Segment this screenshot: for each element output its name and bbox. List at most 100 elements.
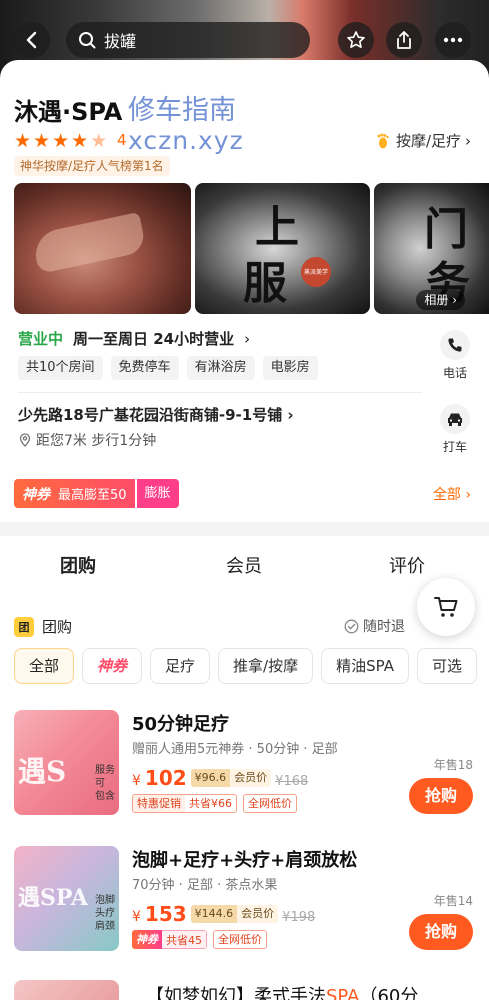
back-button[interactable] xyxy=(14,22,50,58)
filter-foot[interactable]: 足疗 xyxy=(150,648,211,684)
coupon-text: 最高膨至50 xyxy=(58,488,127,503)
promo-tag: 特惠促销 共省¥66 xyxy=(132,794,237,813)
cart-button[interactable] xyxy=(417,578,475,636)
chevron-right-icon: › xyxy=(465,131,471,150)
filter-oil-spa[interactable]: 精油SPA xyxy=(321,648,409,684)
album-button[interactable]: 相册 › xyxy=(416,290,465,310)
search-query: 拔罐 xyxy=(104,32,137,51)
facility-chip: 共10个房间 xyxy=(18,356,103,380)
filter-massage[interactable]: 推拿/按摩 xyxy=(218,648,314,684)
currency-symbol: ¥ xyxy=(132,909,141,925)
photo-char: 上 xyxy=(255,202,299,253)
coupon-expand-button[interactable]: 膨胀 xyxy=(136,479,179,508)
peek-title-suffix: （60分 xyxy=(359,986,419,1000)
original-price: ¥168 xyxy=(275,774,309,789)
lowest-price-tag: 全网低价 xyxy=(243,794,297,813)
shop-photo-2[interactable]: 上 服 蒸派美学 xyxy=(195,183,370,314)
coupon-brand: 神券 xyxy=(22,486,50,503)
open-status: 营业中 xyxy=(18,330,64,348)
watermark: 修车指南 xczn.xyz xyxy=(128,96,244,156)
rating-score: 4 xyxy=(117,131,127,149)
groupbuy-header: 团 团购 xyxy=(14,616,72,637)
buy-button[interactable]: 抢购 xyxy=(409,778,473,814)
deal-image-text: 遇S xyxy=(18,755,67,788)
share-button[interactable] xyxy=(386,22,422,58)
section-gap xyxy=(0,522,489,536)
member-price: ¥96.6 xyxy=(190,769,231,787)
member-price: ¥144.6 xyxy=(190,905,238,923)
buy-button[interactable]: 抢购 xyxy=(409,914,473,950)
tab-member[interactable]: 会员 xyxy=(226,552,262,578)
category-label: 按摩/足疗 xyxy=(395,132,461,150)
coupon-tag: 神券 共省45 xyxy=(132,930,207,949)
peek-title-highlight: SPA xyxy=(326,986,360,1000)
star-full-icon: ★ xyxy=(33,130,51,152)
deal-price-row: ¥ 153 ¥144.6 会员价 ¥198 xyxy=(132,902,315,926)
watermark-line1: 修车指南 xyxy=(128,95,236,126)
deal-image-list-item: 可 xyxy=(95,778,105,789)
deal-title: 50分钟足疗 xyxy=(132,714,230,735)
star-full-icon: ★ xyxy=(14,130,32,152)
deal-subtitle: 70分钟 · 足部 · 茶点水果 xyxy=(132,878,278,893)
star-icon xyxy=(347,31,365,48)
phone-label: 电话 xyxy=(442,366,467,380)
deal-title-peek[interactable]: 【如梦如幻】柔式手法SPA（60分 xyxy=(146,982,418,1000)
refund-info: 随时退 xyxy=(344,616,405,636)
coupon-tag-label: 神券 xyxy=(132,930,162,949)
filter-coupon[interactable]: 神券 xyxy=(82,648,143,684)
more-button[interactable] xyxy=(435,22,471,58)
tab-groupbuy[interactable]: 团购 xyxy=(60,552,96,578)
deal-item[interactable]: 遇SPA 泡脚 头疗 肩颈 泡脚+足疗+头疗+肩颈放松 70分钟 · 足部 · … xyxy=(14,846,489,956)
hours-row[interactable]: 营业中 周一至周日 24小时营业 › xyxy=(18,328,250,349)
category-link[interactable]: 按摩/足疗 › xyxy=(374,130,471,151)
search-icon xyxy=(79,32,96,49)
currency-symbol: ¥ xyxy=(132,773,141,789)
search-bar[interactable]: 拔罐 xyxy=(66,22,310,58)
deal-image-list-item: 泡脚 xyxy=(95,895,115,906)
taxi-button[interactable]: 打车 xyxy=(435,404,475,455)
watermark-line2: xczn.xyz xyxy=(128,126,244,155)
deal-image: 遇SPA 泡脚 头疗 肩颈 xyxy=(14,846,119,951)
rank-badge[interactable]: 神华按摩/足疗人气榜第1名 xyxy=(14,156,170,176)
chevron-right-icon: › xyxy=(244,329,251,348)
member-price-label: 会员价 xyxy=(230,769,272,787)
facility-chip: 有淋浴房 xyxy=(186,356,255,380)
filter-all[interactable]: 全部 xyxy=(14,648,75,684)
shop-name: 沐遇·SPA xyxy=(14,98,123,126)
distance-info: 距您7米 步行1分钟 xyxy=(18,430,156,450)
facility-chip: 免费停车 xyxy=(110,356,179,380)
distance-text: 距您7米 步行1分钟 xyxy=(36,433,157,449)
phone-button[interactable]: 电话 xyxy=(435,330,475,381)
member-price-label: 会员价 xyxy=(237,905,279,923)
promo-tag-label: 特惠促销 xyxy=(133,795,185,812)
photo-char: 服 xyxy=(243,258,287,309)
all-coupons-link[interactable]: 全部 › xyxy=(433,484,471,504)
groupbuy-title: 团购 xyxy=(42,618,73,636)
star-half-icon: ★ xyxy=(90,130,108,152)
favorite-button[interactable] xyxy=(338,22,374,58)
deal-image-text: 遇SPA xyxy=(18,885,88,911)
deal-image-list: 服务 可 包含 xyxy=(95,764,115,803)
deal-image: 遇S 服务 可 包含 xyxy=(14,710,119,815)
shop-photo-1[interactable] xyxy=(14,183,191,314)
peek-title-prefix: 【如梦如幻】柔式手法 xyxy=(146,986,326,1000)
star-full-icon: ★ xyxy=(52,130,70,152)
taxi-label: 打车 xyxy=(442,440,467,454)
sold-count: 年售14 xyxy=(433,894,473,908)
filter-row: 全部 神券 足疗 推拿/按摩 精油SPA 可选 xyxy=(14,648,477,684)
lowest-price-tag: 全网低价 xyxy=(213,930,267,949)
filter-optional[interactable]: 可选 xyxy=(416,648,477,684)
deal-price: 102 xyxy=(144,766,187,790)
coupon-bar[interactable]: 神券 最高膨至50 膨胀 xyxy=(14,479,179,508)
star-full-icon: ★ xyxy=(71,130,89,152)
deal-price: 153 xyxy=(144,902,187,926)
foot-icon xyxy=(377,133,389,148)
facility-chips: 共10个房间 免费停车 有淋浴房 电影房 xyxy=(18,356,318,380)
more-dots-icon xyxy=(443,37,463,43)
sold-count: 年售18 xyxy=(433,758,473,772)
album-label: 相册 xyxy=(424,293,449,307)
deal-price-row: ¥ 102 ¥96.6 会员价 ¥168 xyxy=(132,766,308,790)
tab-reviews[interactable]: 评价 xyxy=(389,552,425,578)
shop-address[interactable]: 少先路18号广基花园沿街商铺-9-1号铺 › xyxy=(18,404,294,425)
deal-item[interactable]: 遇S 服务 可 包含 50分钟足疗 赠丽人通用5元神券 · 50分钟 · 足部 … xyxy=(14,710,489,820)
